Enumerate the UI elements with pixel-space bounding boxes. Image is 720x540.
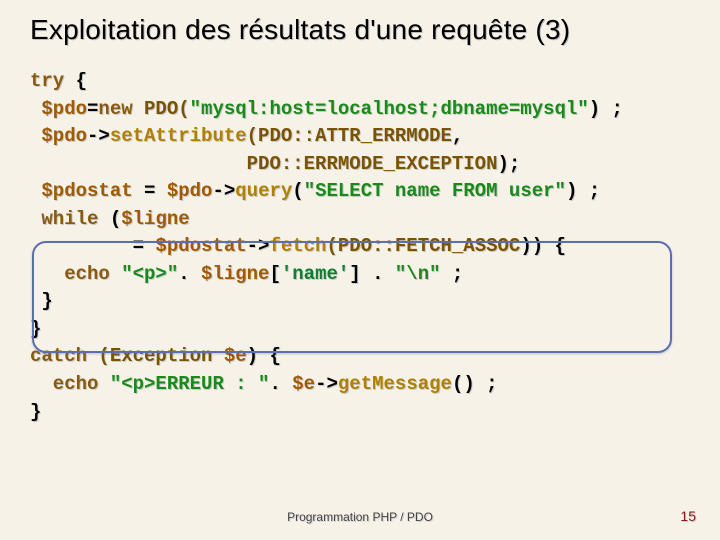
dsn-string: "mysql:host=localhost;dbname=mysql" (190, 98, 589, 120)
slide-title: Exploitation des résultats d'une requête… (30, 14, 690, 46)
page-number: 15 (680, 508, 696, 524)
kw-try: try (30, 70, 64, 92)
sql-string: "SELECT name FROM user" (304, 180, 566, 202)
var-pdo: $pdo (30, 98, 87, 120)
code-block: try { $pdo=new PDO("mysql:host=localhost… (30, 68, 690, 426)
var-pdostat: $pdostat (30, 180, 133, 202)
footer-text: Programmation PHP / PDO (0, 510, 720, 524)
